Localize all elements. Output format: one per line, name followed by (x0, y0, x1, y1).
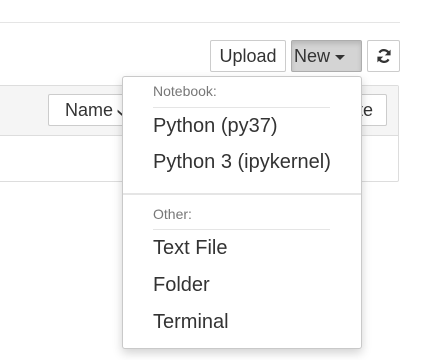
other-header-divider (153, 229, 330, 230)
menu-item-folder[interactable]: Folder (153, 274, 210, 297)
jupyter-tree-page: Upload New Name🡣 te Notebook: Python (py… (0, 0, 447, 360)
menu-item-text-file[interactable]: Text File (153, 237, 227, 260)
new-dropdown-button[interactable]: New (291, 40, 362, 72)
notebook-section-header: Notebook: (153, 83, 217, 99)
sort-name-label: Name (65, 100, 114, 120)
menu-item-python3-ipykernel[interactable]: Python 3 (ipykernel) (153, 151, 331, 174)
menu-item-terminal[interactable]: Terminal (153, 311, 229, 334)
notebook-header-divider (153, 107, 330, 108)
header-divider (0, 22, 400, 23)
refresh-button[interactable] (367, 40, 400, 72)
menu-item-python-py37[interactable]: Python (py37) (153, 115, 278, 138)
other-section-header: Other: (153, 206, 192, 222)
refresh-icon (377, 49, 391, 63)
new-button-label: New (294, 46, 331, 66)
caret-down-icon (335, 54, 346, 60)
new-dropdown-menu: Notebook: Python (py37) Python 3 (ipyker… (122, 76, 362, 349)
upload-button[interactable]: Upload (210, 40, 286, 72)
menu-section-divider (123, 193, 361, 195)
